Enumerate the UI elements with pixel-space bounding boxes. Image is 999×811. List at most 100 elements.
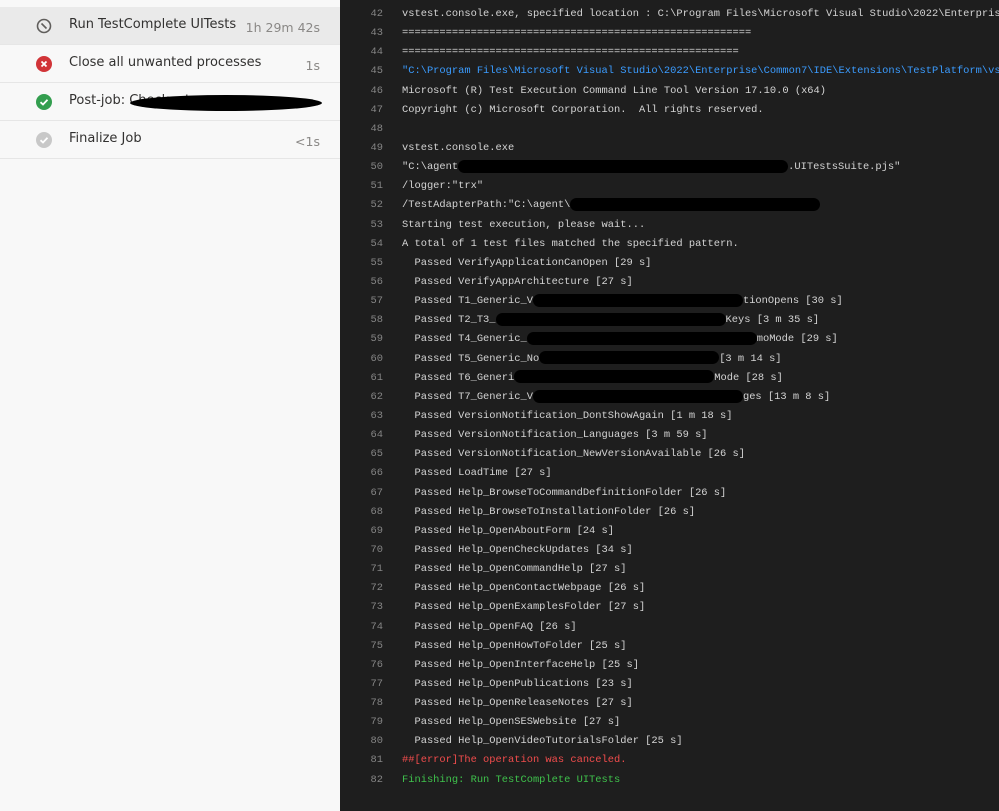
step-label: Run TestComplete UITests	[69, 17, 237, 32]
log-line: 69 Passed Help_OpenAboutForm [24 s]	[340, 522, 999, 541]
step-duration: 1h 29m 42s	[245, 20, 320, 35]
line-number: 47	[370, 103, 383, 116]
line-number: 72	[370, 582, 383, 595]
log-line: 47 Copyright (c) Microsoft Corporation. A…	[340, 101, 999, 120]
step-label: Close all unwanted processes	[69, 55, 262, 70]
log-line: 81 ##[error]The operation was canceled.	[340, 751, 999, 770]
step-finalize-job[interactable]: Finalize Job <1s	[0, 121, 340, 159]
log-line: 80 Passed Help_OpenVideoTutorialsFolder …	[340, 732, 999, 751]
line-number: 59	[370, 333, 383, 346]
log-line: 67 Passed Help_BrowseToCommandDefinition…	[340, 484, 999, 503]
log-line: 63 Passed VersionNotification_DontShowAg…	[340, 407, 999, 426]
line-number: 57	[370, 295, 383, 308]
log-text: Passed LoadTime [27 s]	[402, 467, 552, 480]
log-text-suffix: moMode [29 s]	[756, 333, 838, 346]
succeeded-icon	[36, 94, 52, 110]
log-text-suffix: ges [13 m 8 s]	[742, 390, 831, 403]
line-number: 76	[370, 658, 383, 671]
log-text: Passed Help_OpenExamplesFolder [27 s]	[402, 601, 646, 614]
log-line: 64 Passed VersionNotification_Languages …	[340, 426, 999, 445]
log-line: 45 "C:\Program Files\Microsoft Visual Stu…	[340, 62, 999, 81]
log-text: /TestAdapterPath:"C:\agent\	[402, 199, 571, 212]
log-text: "C:\Program Files\Microsoft Visual Studi…	[402, 65, 999, 78]
log-lines: 42 vstest.console.exe, specified location…	[340, 5, 999, 790]
line-number: 65	[370, 448, 383, 461]
log-text: Passed Help_OpenAboutForm [24 s]	[402, 524, 615, 537]
log-text: ##[error]The operation was canceled.	[402, 754, 627, 767]
log-line: 49 vstest.console.exe	[340, 139, 999, 158]
line-number: 46	[370, 84, 383, 97]
log-text: vstest.console.exe	[402, 141, 515, 154]
line-number: 51	[370, 180, 383, 193]
log-line: 65 Passed VersionNotification_NewVersion…	[340, 445, 999, 464]
log-line: 42 vstest.console.exe, specified location…	[340, 5, 999, 24]
line-number: 58	[370, 314, 383, 327]
step-close-unwanted-processes[interactable]: Close all unwanted processes 1s	[0, 45, 340, 83]
canceled-icon	[36, 18, 52, 34]
step-run-testcomplete-uitests[interactable]: Run TestComplete UITests 1h 29m 42s	[0, 7, 340, 45]
redaction	[539, 351, 720, 365]
log-line: 77 Passed Help_OpenPublications [23 s]	[340, 675, 999, 694]
line-number: 53	[370, 218, 383, 231]
log-line: 78 Passed Help_OpenReleaseNotes [27 s]	[340, 694, 999, 713]
redaction	[570, 198, 821, 212]
log-text: Passed Help_OpenSESWebsite [27 s]	[402, 716, 621, 729]
line-number: 60	[370, 352, 383, 365]
line-number: 42	[370, 8, 383, 20]
log-line: 75 Passed Help_OpenHowToFolder [25 s]	[340, 637, 999, 656]
log-line: 55 Passed VerifyApplicationCanOpen [29 s…	[340, 254, 999, 273]
line-number: 75	[370, 639, 383, 652]
line-number: 63	[370, 409, 383, 422]
log-line: 72 Passed Help_OpenContactWebpage [26 s]	[340, 579, 999, 598]
redaction	[458, 159, 789, 173]
log-text: Passed Help_OpenContactWebpage [26 s]	[402, 582, 646, 595]
step-duration: <1s	[295, 134, 320, 149]
step-duration: 1s	[305, 58, 320, 73]
line-number: 62	[370, 390, 383, 403]
log-text: Passed VersionNotification_NewVersionAva…	[402, 448, 745, 461]
log-text: Passed Help_BrowseToInstallationFolder […	[402, 505, 696, 518]
line-number: 56	[370, 275, 383, 288]
log-text: Passed T5_Generic_No	[402, 352, 540, 365]
log-line: 50 "C:\agent .UITestsSuite.pjs"	[340, 158, 999, 177]
line-number: 71	[370, 563, 383, 576]
step-post-job-checkout[interactable]: Post-job: Checkout	[0, 83, 340, 121]
log-line: 58 Passed T2_T3_ Keys [3 m 35 s]	[340, 311, 999, 330]
log-text: Passed T6_Generi	[402, 371, 515, 384]
skipped-check-icon	[36, 132, 52, 148]
line-number: 48	[370, 122, 383, 135]
log-text: Passed Help_OpenFAQ [26 s]	[402, 620, 577, 633]
line-number: 68	[370, 505, 383, 518]
redaction	[532, 293, 743, 307]
log-line: 71 Passed Help_OpenCommandHelp [27 s]	[340, 560, 999, 579]
log-line: 66 Passed LoadTime [27 s]	[340, 464, 999, 483]
log-line: 70 Passed Help_OpenCheckUpdates [34 s]	[340, 541, 999, 560]
log-text: Passed VerifyApplicationCanOpen [29 s]	[402, 256, 652, 269]
log-line: 62 Passed T7_Generic_V ges [13 m 8 s]	[340, 388, 999, 407]
log-text: Passed Help_OpenVideoTutorialsFolder [25…	[402, 735, 683, 748]
line-number: 80	[370, 735, 383, 748]
log-line: 43 ======================================…	[340, 24, 999, 43]
line-number: 79	[370, 716, 383, 729]
redaction	[514, 370, 715, 384]
line-number: 52	[370, 199, 383, 212]
log-text: Passed Help_OpenHowToFolder [25 s]	[402, 639, 627, 652]
log-text: /logger:"trx"	[402, 180, 484, 193]
line-number: 49	[370, 141, 383, 154]
log-line: 57 Passed T1_Generic_V tionOpens [30 s]	[340, 292, 999, 311]
line-number: 82	[370, 773, 383, 786]
log-line: 79 Passed Help_OpenSESWebsite [27 s]	[340, 713, 999, 732]
line-number: 64	[370, 429, 383, 442]
log-text: Copyright (c) Microsoft Corporation. All…	[402, 103, 764, 116]
log-line: 53 Starting test execution, please wait..…	[340, 216, 999, 235]
log-text: Passed Help_OpenPublications [23 s]	[402, 677, 633, 690]
log-viewer: 42 vstest.console.exe, specified location…	[340, 0, 999, 811]
log-text: Passed Help_BrowseToCommandDefinitionFol…	[402, 486, 727, 499]
line-number: 81	[370, 754, 383, 767]
log-text-suffix: .UITestsSuite.pjs"	[788, 161, 901, 174]
redaction	[130, 95, 322, 111]
log-line: 44 ======================================…	[340, 43, 999, 62]
log-line: 59 Passed T4_Generic_ moMode [29 s]	[340, 330, 999, 349]
line-number: 73	[370, 601, 383, 614]
log-text: Passed Help_OpenReleaseNotes [27 s]	[402, 697, 633, 710]
